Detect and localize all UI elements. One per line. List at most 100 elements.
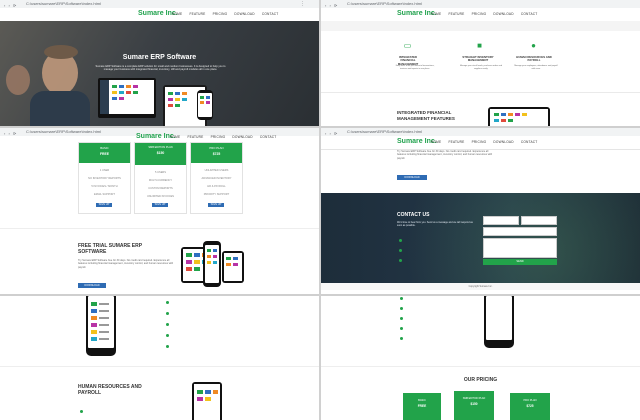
plan-name: SMB EDITION PLAN bbox=[148, 146, 173, 149]
nav-contact[interactable]: CONTACT bbox=[521, 140, 538, 144]
plan-name: BASIC bbox=[100, 146, 109, 150]
download-button[interactable]: DOWNLOAD bbox=[78, 283, 106, 288]
plan-feature: 1 USER bbox=[99, 169, 110, 172]
feature-title-hr: HUMAN RESOURCES AND PAYROLL bbox=[516, 55, 552, 63]
nav-contact[interactable]: CONTACT bbox=[260, 135, 277, 139]
people-icon: ● bbox=[531, 41, 536, 50]
tablet-mockup-3 bbox=[222, 251, 244, 283]
quadrant-divider-left-2 bbox=[0, 294, 319, 296]
contact-title: CONTACT US bbox=[397, 212, 430, 218]
laptop-mockup bbox=[98, 78, 156, 118]
check-icon bbox=[400, 337, 403, 340]
subject-input[interactable] bbox=[483, 227, 557, 236]
nav-contact[interactable]: CONTACT bbox=[262, 12, 279, 16]
plan-price: FREE bbox=[99, 152, 110, 156]
nav-pricing[interactable]: PRICING bbox=[472, 140, 487, 144]
hero-person-woman bbox=[6, 65, 30, 95]
plan-price: $150 bbox=[156, 151, 165, 155]
nav-pricing[interactable]: PRICING bbox=[211, 135, 226, 139]
truck-icon: ■ bbox=[477, 41, 482, 50]
pricing-card-header: BASIC FREE bbox=[79, 143, 130, 163]
send-button[interactable]: SEND bbox=[483, 259, 557, 265]
divider bbox=[321, 366, 640, 367]
check-icon bbox=[80, 410, 83, 413]
quadrant-divider-right-2 bbox=[321, 294, 640, 296]
phone-mockup-2 bbox=[203, 241, 221, 287]
check-icon bbox=[166, 334, 169, 337]
nav-feature[interactable]: FEATURE bbox=[189, 12, 205, 16]
divider bbox=[321, 92, 640, 93]
plan-feature: CUSTOM REPORTS bbox=[148, 187, 173, 190]
pricing-card-bottom-smb: SMB EDITION PLAN $150 bbox=[454, 391, 494, 420]
nav-menu: HOME FEATURE PRICING DOWNLOAD CONTACT bbox=[164, 135, 276, 139]
contact-background bbox=[321, 193, 640, 290]
site-navbar: Sumare Inc. HOME FEATURE PRICING DOWNLOA… bbox=[0, 8, 319, 22]
feature-text-inventory: Manage your stock levels, purchase order… bbox=[459, 65, 503, 70]
nav-download[interactable]: DOWNLOAD bbox=[493, 12, 513, 16]
signup-button[interactable]: SIGN UP bbox=[152, 203, 168, 207]
signup-button[interactable]: SIGN UP bbox=[208, 203, 224, 207]
pricing-card-basic: BASIC FREE 1 USER NO INVENTORY REPORTS 5… bbox=[78, 142, 131, 214]
nav-home[interactable]: HOME bbox=[172, 12, 182, 16]
url-text[interactable]: C:\users\sumare\ERP\Software\index.html bbox=[347, 128, 422, 136]
plan-price: $725 bbox=[212, 152, 221, 156]
nav-download[interactable]: DOWNLOAD bbox=[234, 12, 254, 16]
nav-feature[interactable]: FEATURE bbox=[448, 140, 464, 144]
check-icon bbox=[166, 323, 169, 326]
feature-title-inventory: STRAIGHT INVENTORY MANAGEMENT bbox=[462, 55, 494, 63]
section-band bbox=[321, 21, 640, 31]
nav-feature[interactable]: FEATURE bbox=[187, 135, 203, 139]
plan-feature: PRIORITY SUPPORT bbox=[203, 193, 230, 196]
plan-feature: HR & PAYROLL bbox=[207, 185, 226, 188]
contact-text: We'd love to hear from you. Send us a me… bbox=[397, 221, 473, 228]
pricing-card-smb: SMB EDITION PLAN $150 5 USERS MULTI-CURR… bbox=[134, 142, 187, 214]
plan-feature: EMAIL SUPPORT bbox=[94, 193, 115, 196]
plan-name: SMB EDITION PLAN bbox=[462, 397, 486, 400]
nav-menu: HOME FEATURE PRICING DOWNLOAD CONTACT bbox=[425, 12, 537, 16]
financial-features-title: INTEGRATED FINANCIAL MANAGEMENT FEATURES bbox=[397, 110, 455, 121]
plan-name: PRO PLAN bbox=[523, 399, 537, 402]
plan-price: $725 bbox=[526, 404, 534, 408]
nav-download[interactable]: DOWNLOAD bbox=[493, 140, 513, 144]
plan-feature: ADVANCED INVENTORY bbox=[201, 177, 232, 180]
tablet-mockup-4 bbox=[192, 382, 222, 420]
feature-text-financial: Keep track of all your financial transac… bbox=[395, 65, 435, 70]
divider bbox=[0, 366, 319, 367]
financial-text: Try Sumare ERP Software free for 30 days… bbox=[397, 150, 493, 160]
pricing-card-header: PRO PLAN $725 bbox=[191, 143, 242, 163]
laptop-mockup-2 bbox=[488, 107, 550, 126]
site-navbar-2: Sumare Inc. HOME FEATURE PRICING DOWNLOA… bbox=[321, 8, 640, 22]
nav-contact[interactable]: CONTACT bbox=[521, 12, 538, 16]
nav-pricing[interactable]: PRICING bbox=[213, 12, 228, 16]
name-input[interactable] bbox=[483, 216, 519, 225]
check-icon bbox=[166, 345, 169, 348]
trial-title: FREE TRIAL SUMARE ERP SOFTWARE bbox=[78, 243, 142, 255]
copyright: Copyright Sumare Inc. bbox=[321, 283, 640, 290]
plan-name: BASIC bbox=[418, 399, 426, 402]
url-text[interactable]: C:\users\sumare\ERP\Software\index.html bbox=[26, 128, 101, 136]
nav-home[interactable]: HOME bbox=[170, 135, 180, 139]
check-icon bbox=[400, 327, 403, 330]
message-textarea[interactable] bbox=[483, 238, 557, 258]
plan-feature: 5 USERS bbox=[154, 171, 167, 174]
email-input[interactable] bbox=[521, 216, 557, 225]
plan-feature: MULTI-CURRENCY bbox=[148, 179, 173, 182]
signup-button[interactable]: SIGN UP bbox=[96, 203, 112, 207]
plan-price: FREE bbox=[417, 404, 427, 408]
download-button-2[interactable]: DOWNLOAD bbox=[397, 175, 427, 180]
money-icon: ▭ bbox=[403, 41, 412, 50]
check-icon bbox=[166, 312, 169, 315]
url-text[interactable]: C:\users\sumare\ERP\Software\index.html bbox=[347, 0, 422, 8]
nav-home[interactable]: HOME bbox=[431, 12, 441, 16]
nav-feature[interactable]: FEATURE bbox=[448, 12, 464, 16]
menu-icon[interactable]: ⋮ bbox=[300, 0, 305, 8]
contact-section: CONTACT US We'd love to hear from you. S… bbox=[321, 193, 640, 290]
url-text[interactable]: C:\users\sumare\ERP\Software\index.html bbox=[26, 0, 101, 8]
nav-menu: HOME FEATURE PRICING DOWNLOAD CONTACT bbox=[166, 12, 278, 16]
check-icon bbox=[400, 297, 403, 300]
nav-download[interactable]: DOWNLOAD bbox=[232, 135, 252, 139]
nav-pricing[interactable]: PRICING bbox=[472, 12, 487, 16]
nav-home[interactable]: HOME bbox=[431, 140, 441, 144]
check-icon bbox=[400, 307, 403, 310]
pricing-card-header: SMB EDITION PLAN $150 bbox=[135, 143, 186, 165]
